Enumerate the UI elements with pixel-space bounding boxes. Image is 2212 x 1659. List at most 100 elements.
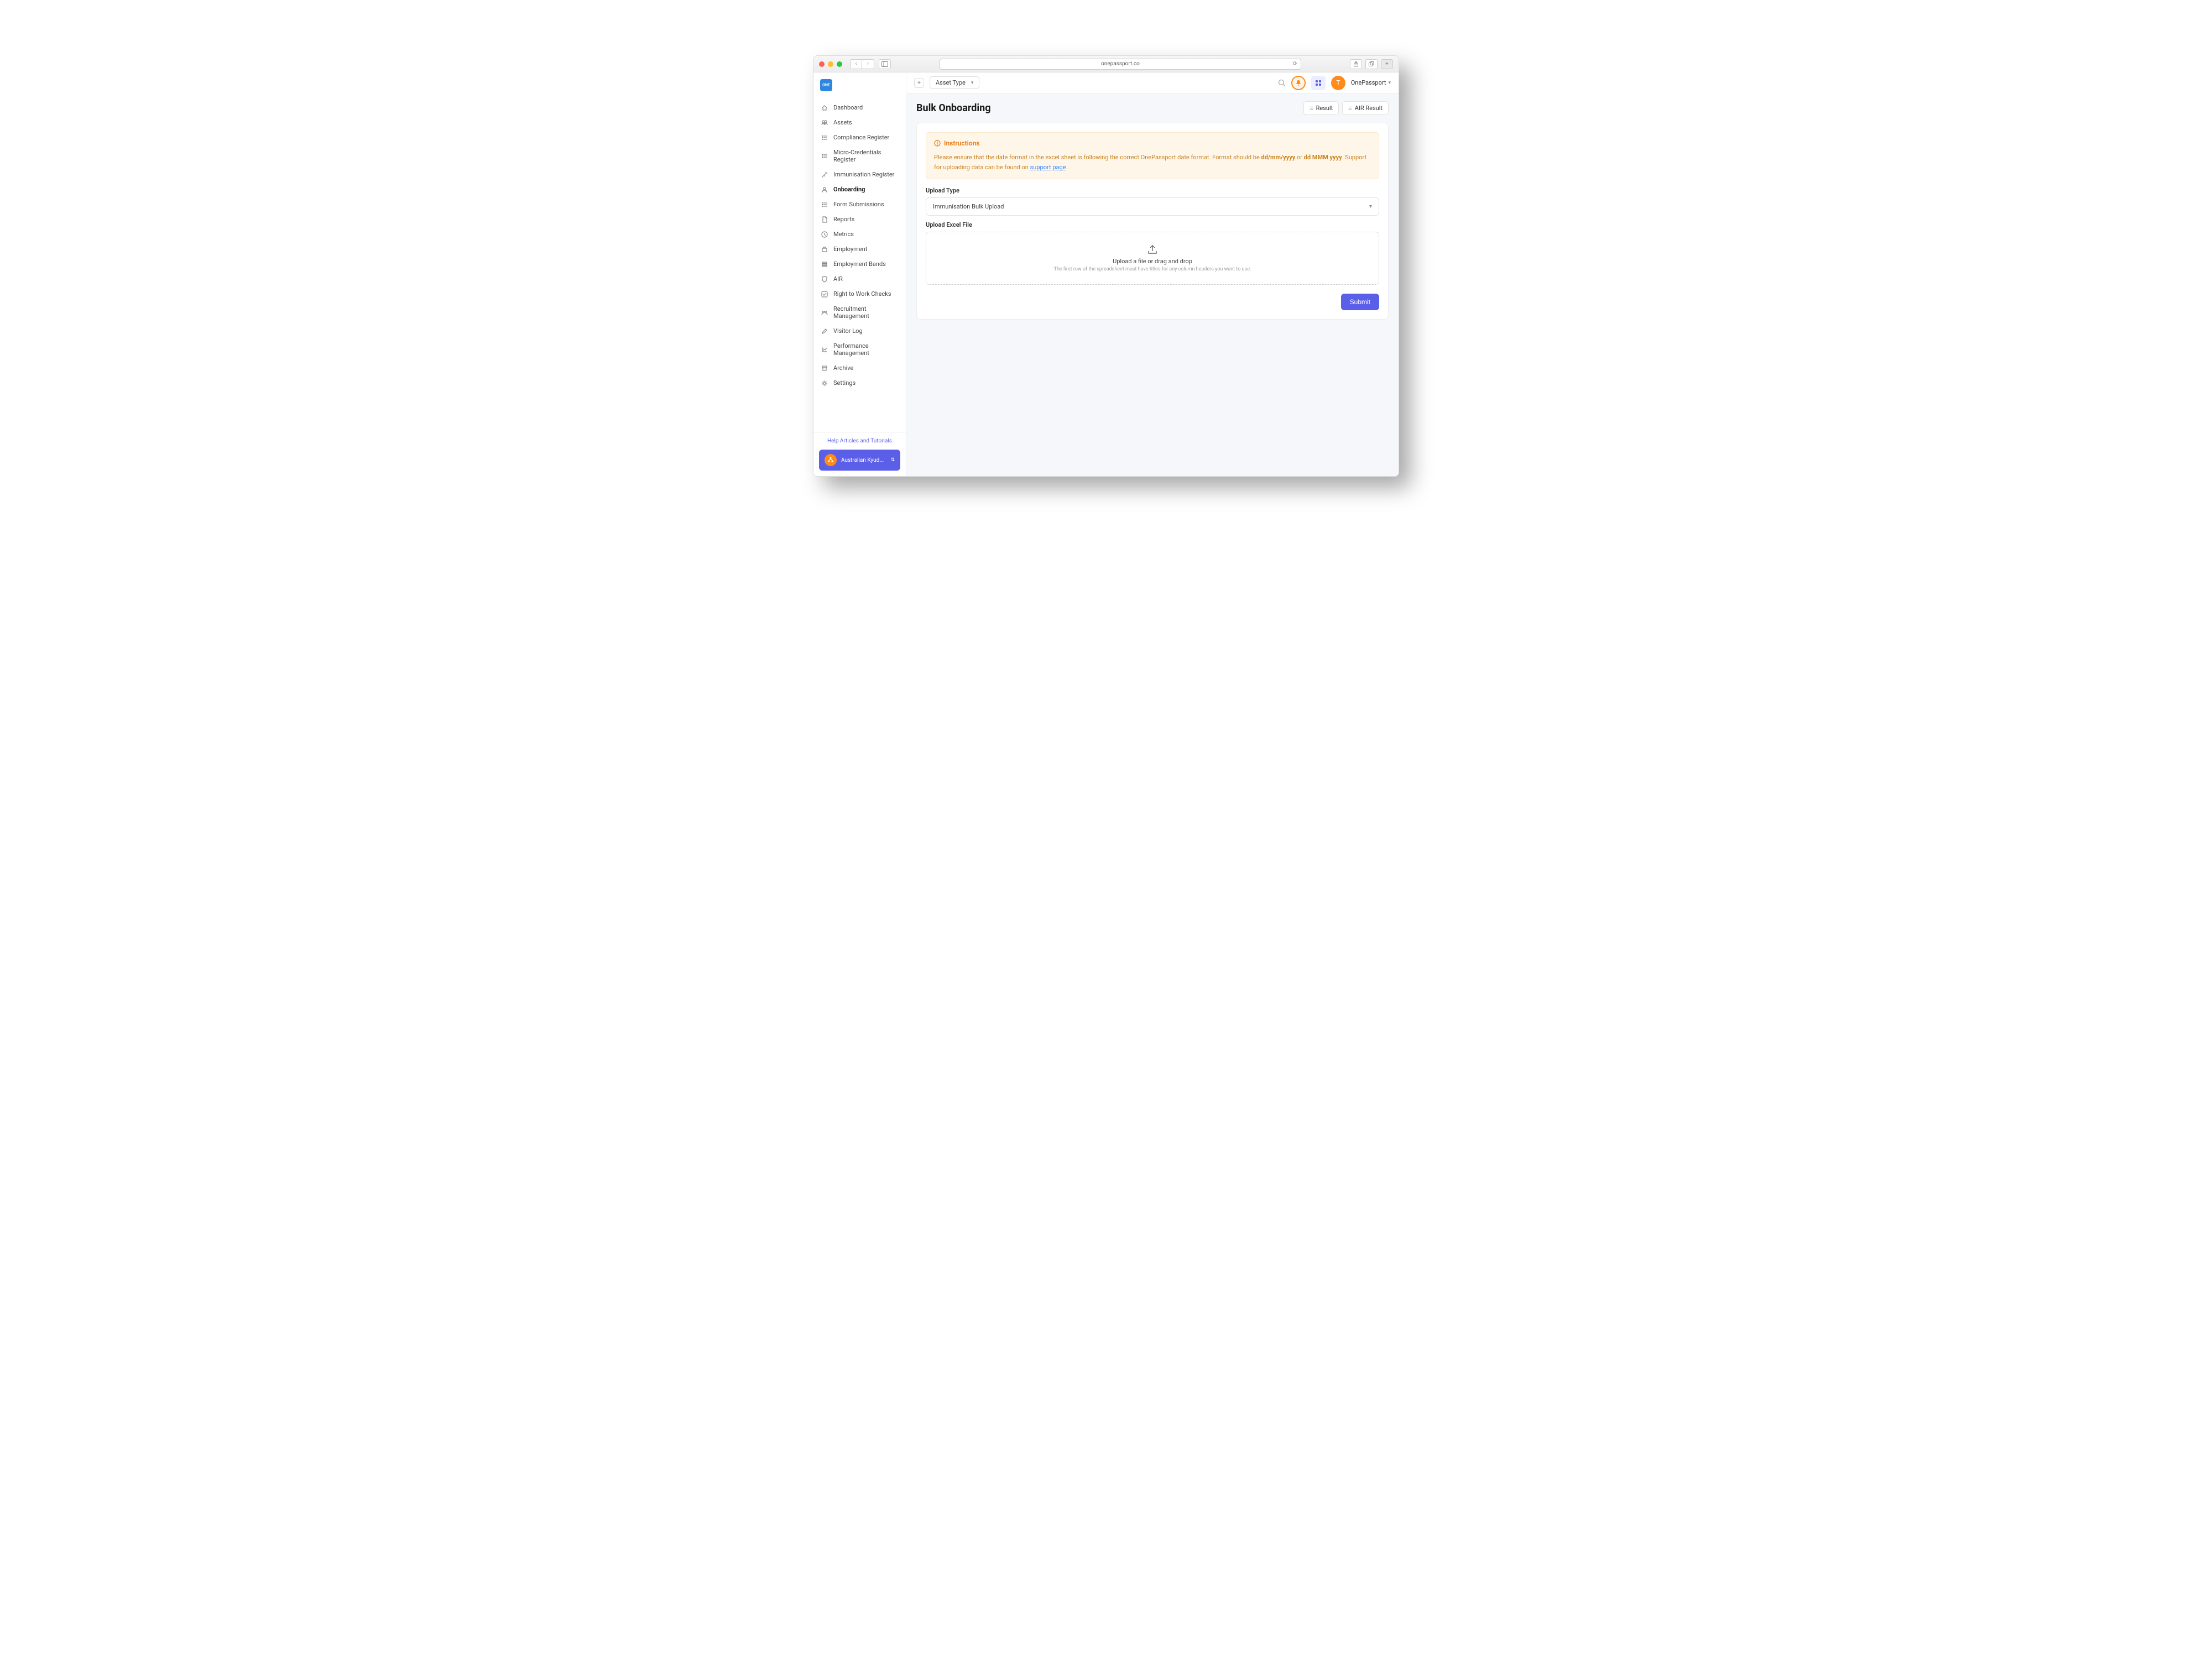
sidebar-item-performance-management[interactable]: Performance Management (813, 338, 906, 361)
list-icon (821, 153, 828, 159)
sidebar-item-label: Compliance Register (833, 134, 889, 141)
search-icon[interactable] (1278, 79, 1286, 87)
sidebar-item-metrics[interactable]: Metrics (813, 227, 906, 242)
tabs-button[interactable] (1365, 59, 1378, 69)
upload-type-label: Upload Type (926, 187, 1379, 194)
instructions-body: Please ensure that the date format in th… (934, 153, 1371, 172)
air-result-button[interactable]: ≡ AIR Result (1342, 101, 1389, 115)
instructions-panel: Instructions Please ensure that the date… (926, 132, 1379, 179)
asset-type-select[interactable]: Asset Type ▾ (930, 76, 979, 89)
clock-icon (821, 231, 828, 238)
sidebar-item-immunisation-register[interactable]: Immunisation Register (813, 167, 906, 182)
sidebar: ONE Dashboard Assets Compliance Register Mi… (813, 72, 906, 476)
sidebar-item-label: Employment (833, 246, 867, 253)
url-bar[interactable]: onepassport.co ⟳ (940, 59, 1301, 70)
list-icon (821, 201, 828, 208)
sidebar-footer: Help Articles and Tutorials Australian K… (813, 432, 906, 476)
sidebar-item-label: Metrics (833, 231, 854, 238)
topbar: + Asset Type ▾ T On (906, 72, 1399, 93)
org-name: Australian Kyud... (841, 457, 884, 463)
app-root: ONE Dashboard Assets Compliance Register Mi… (813, 72, 1399, 476)
shield-icon (821, 276, 828, 283)
sidebar-item-label: Dashboard (833, 104, 863, 111)
sidebar-item-recruitment-management[interactable]: Recruitment Management (813, 301, 906, 324)
bands-icon (821, 261, 828, 268)
doc-icon (821, 216, 828, 223)
list-icon (821, 134, 828, 141)
maximize-window-icon[interactable] (837, 61, 842, 67)
list-icon: ≡ (1310, 105, 1313, 112)
sidebar-item-employment[interactable]: Employment (813, 242, 906, 257)
sidebar-item-label: AIR (833, 275, 843, 283)
new-tab-button[interactable]: + (1381, 59, 1393, 69)
close-window-icon[interactable] (819, 61, 825, 67)
sidebar-item-label: Recruitment Management (833, 305, 898, 320)
upload-icon (1146, 244, 1159, 254)
sidebar-item-label: Onboarding (833, 186, 865, 193)
dropzone-title: Upload a file or drag and drop (1113, 258, 1192, 265)
sidebar-item-archive[interactable]: Archive (813, 361, 906, 375)
briefcase-icon (821, 246, 828, 253)
group-icon (821, 309, 828, 316)
support-page-link[interactable]: support page (1030, 164, 1066, 171)
result-button[interactable]: ≡ Result (1303, 101, 1339, 115)
syringe-icon (821, 171, 828, 178)
sidebar-item-label: Reports (833, 216, 854, 223)
sidebar-item-label: Settings (833, 379, 855, 387)
sidebar-item-label: Immunisation Register (833, 171, 894, 178)
logo[interactable]: ONE (813, 72, 906, 98)
page-title: Bulk Onboarding (916, 102, 991, 114)
window-controls (819, 61, 842, 67)
sidebar-item-reports[interactable]: Reports (813, 212, 906, 227)
help-link[interactable]: Help Articles and Tutorials (819, 438, 900, 444)
sidebar-item-air[interactable]: AIR (813, 272, 906, 286)
chevron-updown-icon: ⇅ (890, 457, 895, 463)
back-button[interactable]: ‹ (850, 59, 862, 69)
sidebar-item-label: Visitor Log (833, 327, 863, 335)
sidebar-item-onboarding[interactable]: Onboarding (813, 182, 906, 197)
new-button[interactable]: + (914, 78, 924, 88)
sidebar-toggle-button[interactable] (879, 59, 891, 69)
main: + Asset Type ▾ T On (906, 72, 1399, 476)
apps-button[interactable] (1311, 76, 1326, 90)
sidebar-item-compliance-register[interactable]: Compliance Register (813, 130, 906, 145)
sidebar-item-settings[interactable]: Settings (813, 375, 906, 390)
chevron-down-icon: ▾ (1388, 80, 1391, 86)
sidebar-item-label: Employment Bands (833, 260, 886, 268)
notification-button[interactable] (1291, 76, 1306, 90)
browser-window: ‹ › onepassport.co ⟳ + ONE DashboardAsse (813, 55, 1399, 477)
home-icon (821, 105, 828, 111)
sidebar-item-visitor-log[interactable]: Visitor Log (813, 324, 906, 338)
sidebar-item-employment-bands[interactable]: Employment Bands (813, 257, 906, 272)
sidebar-item-label: Assets (833, 119, 852, 126)
user-avatar[interactable]: T (1331, 76, 1345, 90)
sidebar-item-dashboard[interactable]: Dashboard (813, 100, 906, 115)
people-icon (821, 119, 828, 126)
sidebar-item-micro-credentials-register[interactable]: Micro-Credentials Register (813, 145, 906, 167)
share-button[interactable] (1350, 59, 1362, 69)
reload-icon[interactable]: ⟳ (1293, 61, 1297, 67)
upload-type-value: Immunisation Bulk Upload (933, 203, 1004, 210)
chart-icon (821, 346, 828, 353)
sidebar-item-form-submissions[interactable]: Form Submissions (813, 197, 906, 212)
sidebar-item-label: Performance Management (833, 342, 898, 357)
sidebar-item-assets[interactable]: Assets (813, 115, 906, 130)
list-icon: ≡ (1348, 105, 1352, 112)
upload-type-select[interactable]: Immunisation Bulk Upload ▾ (926, 197, 1379, 216)
chevron-down-icon: ▾ (1369, 204, 1372, 210)
user-menu[interactable]: OnePassport ▾ (1351, 79, 1391, 86)
nav-list: Dashboard Assets Compliance Register Micro-… (813, 98, 906, 432)
gear-icon (821, 380, 828, 387)
file-dropzone[interactable]: Upload a file or drag and drop The first… (926, 232, 1379, 285)
org-avatar-icon (825, 454, 837, 466)
dropzone-subtitle: The first row of the spreadsheet must ha… (1054, 267, 1251, 272)
browser-chrome: ‹ › onepassport.co ⟳ + (813, 56, 1399, 72)
chevron-down-icon: ▾ (971, 80, 974, 86)
sidebar-item-label: Form Submissions (833, 201, 884, 208)
pencil-icon (821, 328, 828, 335)
submit-button[interactable]: Submit (1341, 294, 1379, 310)
sidebar-item-right-to-work-checks[interactable]: Right to Work Checks (813, 286, 906, 301)
org-switcher[interactable]: Australian Kyud... ⇅ (819, 450, 900, 471)
forward-button[interactable]: › (862, 59, 874, 69)
minimize-window-icon[interactable] (828, 61, 833, 67)
